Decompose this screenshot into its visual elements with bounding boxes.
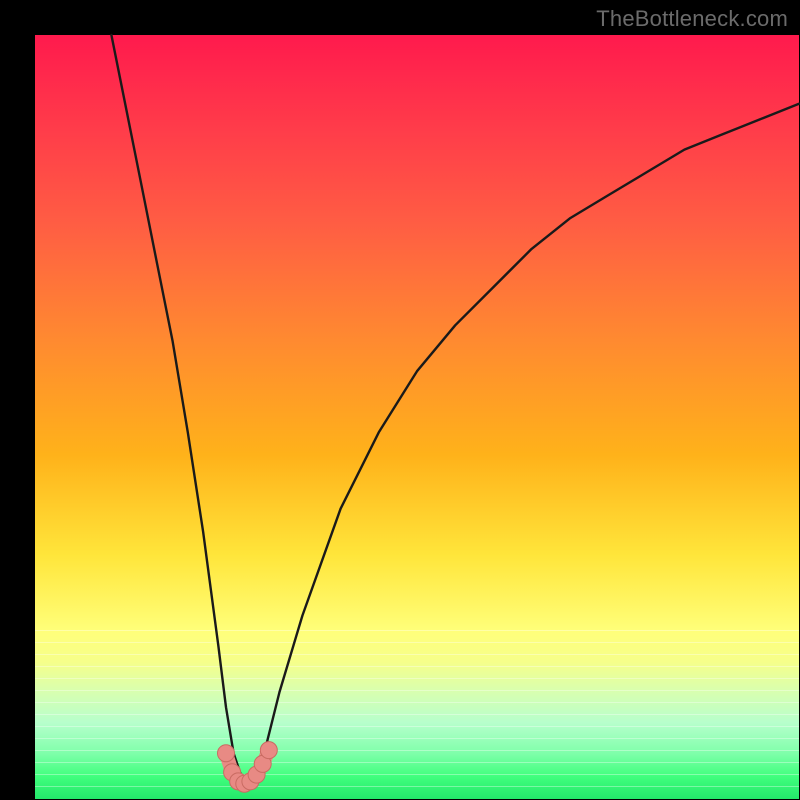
plot-area (35, 35, 799, 799)
marker-dot (218, 745, 235, 762)
bottleneck-curve (111, 35, 799, 784)
chart-frame: TheBottleneck.com (0, 0, 800, 800)
chart-svg (35, 35, 799, 799)
optimal-range-markers (218, 742, 278, 793)
marker-dot (260, 742, 277, 759)
watermark-text: TheBottleneck.com (596, 6, 788, 32)
